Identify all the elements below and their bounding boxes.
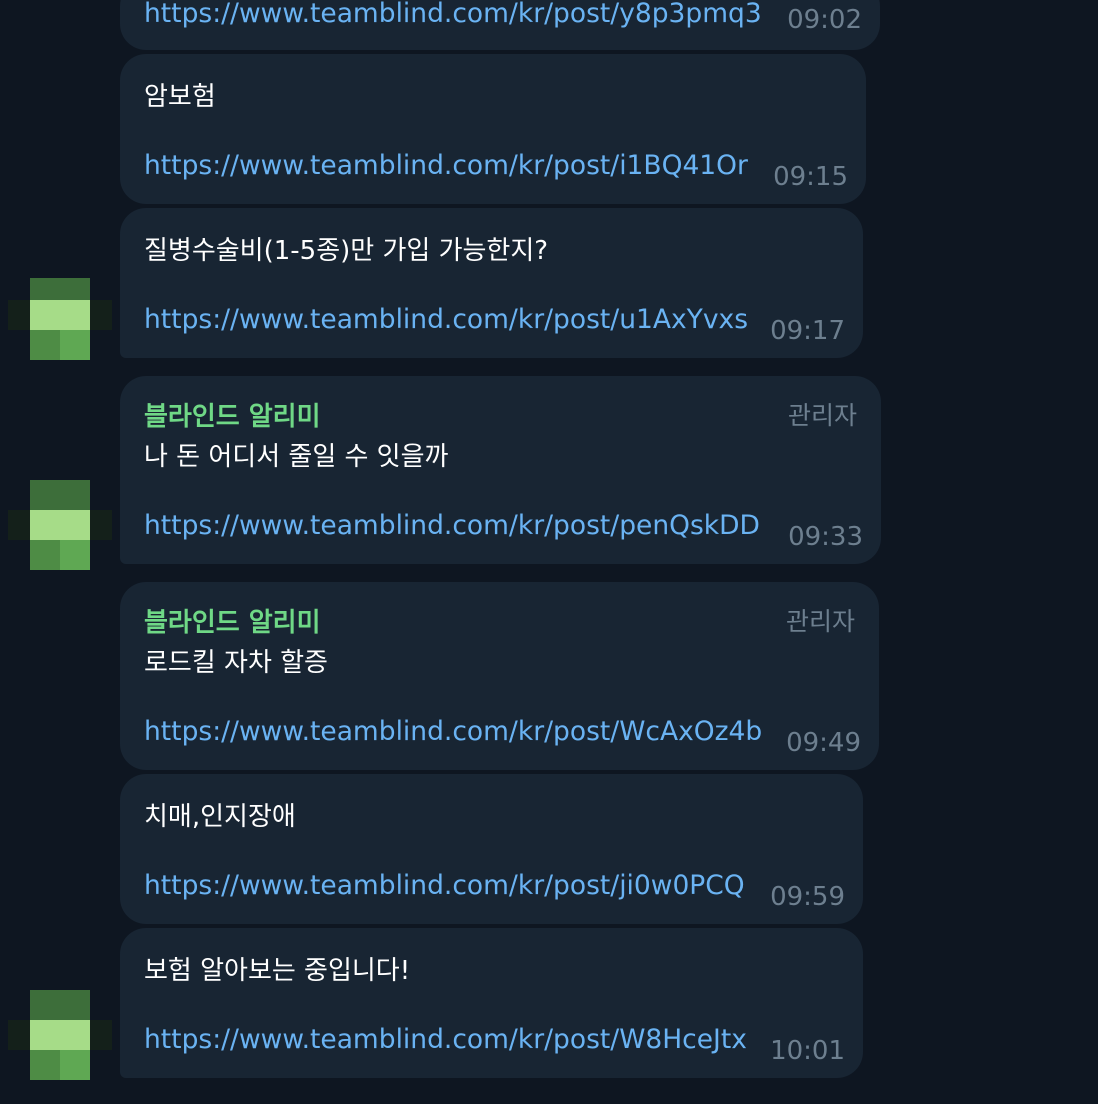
message-time: 09:49: [786, 728, 861, 758]
avatar[interactable]: [8, 480, 112, 570]
message-text: 로드킬 자차 할증: [144, 648, 328, 678]
post-link[interactable]: https://www.teamblind.com/kr/post/y8p3pm…: [144, 0, 762, 29]
message-text: 치매,인지장애: [144, 802, 296, 832]
message-text: 질병수술비(1-5종)만 가입 가능한지?: [144, 236, 549, 266]
admin-badge: 관리자: [785, 607, 855, 636]
message-bubble: 질병수술비(1-5종)만 가입 가능한지? https://www.teambl…: [120, 208, 863, 358]
sender-name[interactable]: 블라인드 알리미: [144, 396, 321, 433]
avatar[interactable]: [8, 278, 112, 368]
message-text: 암보험: [144, 82, 216, 112]
message-time: 09:59: [770, 882, 845, 912]
message-bubble: 블라인드 알리미 관리자 나 돈 어디서 줄일 수 잇을까 https://ww…: [120, 376, 881, 564]
message-bubble: 블라인드 알리미 관리자 로드킬 자차 할증 https://www.teamb…: [120, 582, 879, 770]
message-time: 09:17: [770, 316, 845, 346]
post-link[interactable]: https://www.teamblind.com/kr/post/u1AxYv…: [144, 304, 748, 335]
message-bubble: https://www.teamblind.com/kr/post/y8p3pm…: [120, 0, 880, 50]
message-bubble: 암보험 https://www.teamblind.com/kr/post/i1…: [120, 54, 866, 204]
message-time: 09:15: [773, 162, 848, 192]
message-bubble: 치매,인지장애 https://www.teamblind.com/kr/pos…: [120, 774, 863, 924]
message-time: 09:02: [787, 5, 862, 35]
post-link[interactable]: https://www.teamblind.com/kr/post/WcAxOz…: [144, 716, 762, 747]
message-text: 보험 알아보는 중입니다!: [144, 956, 411, 986]
message-time: 09:33: [788, 522, 863, 552]
post-link[interactable]: https://www.teamblind.com/kr/post/W8HceJ…: [144, 1024, 747, 1055]
message-time: 10:01: [770, 1036, 845, 1066]
admin-badge: 관리자: [787, 401, 857, 430]
message-text: 나 돈 어디서 줄일 수 잇을까: [144, 442, 449, 472]
sender-name[interactable]: 블라인드 알리미: [144, 602, 321, 639]
avatar[interactable]: [8, 990, 112, 1080]
post-link[interactable]: https://www.teamblind.com/kr/post/i1BQ41…: [144, 150, 748, 181]
message-bubble: 보험 알아보는 중입니다! https://www.teamblind.com/…: [120, 928, 863, 1078]
post-link[interactable]: https://www.teamblind.com/kr/post/ji0w0P…: [144, 870, 745, 901]
post-link[interactable]: https://www.teamblind.com/kr/post/penQsk…: [144, 510, 760, 541]
